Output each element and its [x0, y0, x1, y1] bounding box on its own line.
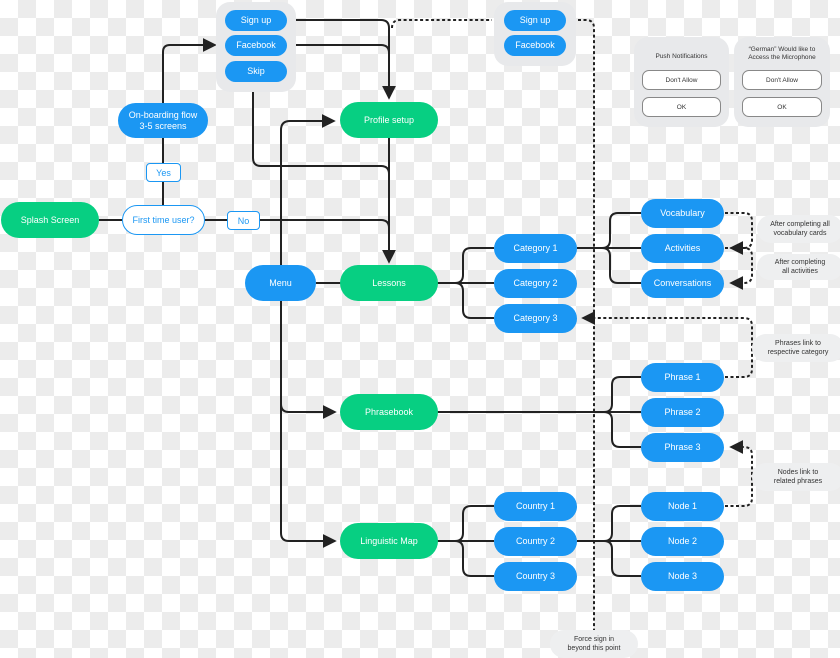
dont-allow-button[interactable]: Don't Allow	[642, 70, 721, 90]
country-node[interactable]: Country 1	[494, 492, 577, 521]
note-phrases-link: Phrases link to respective category	[752, 334, 840, 362]
line-menu-map	[280, 532, 337, 548]
note-vocab-to-activities: After completing all vocabulary cards	[757, 215, 840, 243]
onboarding-node[interactable]: On-boarding flow 3-5 screens	[118, 103, 208, 138]
line-country3	[454, 540, 494, 577]
map-node[interactable]: Node 2	[641, 527, 724, 556]
map-node[interactable]: Node 1	[641, 492, 724, 521]
dialog-title: “German” Would like to Access the Microp…	[748, 46, 816, 61]
line-facebook-profile	[287, 44, 390, 54]
first-time-user-decision[interactable]: First time user?	[122, 205, 205, 235]
lesson-type-node[interactable]: Vocabulary	[641, 199, 724, 228]
lessons-node[interactable]: Lessons	[340, 265, 438, 301]
note-nodes-link: Nodes link to related phrases	[752, 463, 840, 491]
dashed-signin-boundary	[391, 19, 492, 29]
line-vocab	[601, 212, 641, 249]
line-cat1	[454, 247, 494, 284]
line-node1	[603, 505, 641, 542]
dont-allow-button[interactable]: Don't Allow	[742, 70, 822, 90]
line-menu-phrasebook	[280, 403, 337, 419]
ok-button[interactable]: OK	[742, 97, 822, 117]
push-notifications-dialog: Push Notifications Don't Allow OK	[634, 37, 729, 127]
category-node[interactable]: Category 2	[494, 269, 577, 298]
map-node[interactable]: Node 3	[641, 562, 724, 591]
country-node[interactable]: Country 2	[494, 527, 577, 556]
yes-label: Yes	[146, 163, 181, 182]
skip-button[interactable]: Skip	[225, 61, 287, 82]
dialog-title: Push Notifications	[655, 53, 708, 60]
dashed-signin-boundary-right	[578, 19, 595, 630]
line-signup-profile	[287, 19, 396, 100]
note-force-signin: Force sign in beyond this point	[550, 630, 638, 658]
line-conversations	[601, 247, 641, 284]
menu-node[interactable]: Menu	[245, 265, 316, 301]
facebook-button[interactable]: Facebook	[225, 35, 287, 56]
dashed-node-phrase	[725, 440, 753, 507]
line-phrase3	[603, 411, 641, 448]
no-label: No	[227, 211, 260, 230]
phrasebook-node[interactable]: Phrasebook	[340, 394, 438, 430]
microphone-permission-dialog: “German” Would like to Access the Microp…	[734, 37, 830, 127]
facebook-button-2[interactable]: Facebook	[504, 35, 566, 56]
dashed-activities-conversations	[725, 247, 753, 290]
phrase-node[interactable]: Phrase 2	[641, 398, 724, 427]
flow-diagram: Sign up Facebook Skip Sign up Facebook S…	[0, 0, 840, 658]
signup-button[interactable]: Sign up	[225, 10, 287, 31]
line-onboarding-auth	[162, 38, 217, 104]
line-cat3	[454, 282, 494, 319]
line-country1	[454, 505, 494, 542]
lesson-type-node[interactable]: Conversations	[641, 269, 724, 298]
phrase-node[interactable]: Phrase 1	[641, 363, 724, 392]
profile-setup-node[interactable]: Profile setup	[340, 102, 438, 138]
dashed-vocab-activities	[725, 212, 753, 255]
line-phrase1	[603, 376, 641, 413]
category-node[interactable]: Category 3	[494, 304, 577, 333]
line-node3	[603, 540, 641, 577]
splash-screen-node[interactable]: Splash Screen	[1, 202, 99, 238]
signup-button-2[interactable]: Sign up	[504, 10, 566, 31]
ok-button[interactable]: OK	[642, 97, 721, 117]
category-node[interactable]: Category 1	[494, 234, 577, 263]
country-node[interactable]: Country 3	[494, 562, 577, 591]
phrase-node[interactable]: Phrase 3	[641, 433, 724, 462]
linguistic-map-node[interactable]: Linguistic Map	[340, 523, 438, 559]
note-activities-to-conversations: After completing all activities	[757, 254, 840, 280]
line-menu-profile	[280, 114, 336, 131]
lesson-type-node[interactable]: Activities	[641, 234, 724, 263]
line-no-lessons	[259, 219, 390, 229]
